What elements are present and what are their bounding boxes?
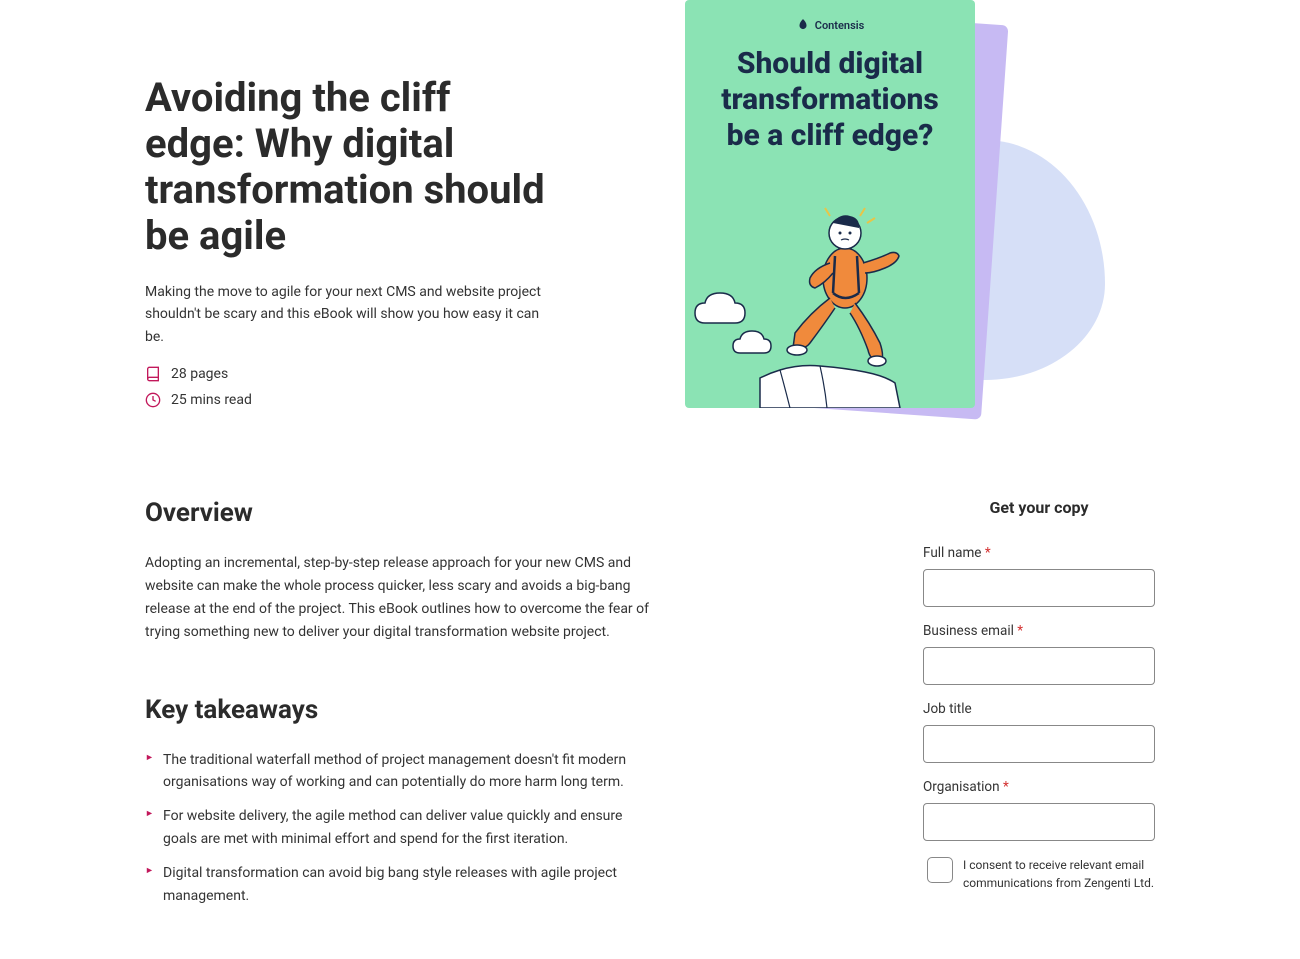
list-item: Digital transformation can avoid big ban… [145,862,655,907]
clock-icon [145,392,161,408]
form-title: Get your copy [923,498,1155,517]
jobtitle-input[interactable] [923,725,1155,763]
cover-brand: Contensis [705,18,955,32]
overview-heading: Overview [145,498,655,528]
page-title: Avoiding the cliff edge: Why digital tra… [145,75,545,259]
cover-title: Should digital transformations be a clif… [705,46,955,154]
readtime-text: 25 mins read [171,392,252,408]
takeaways-list: The traditional waterfall method of proj… [145,749,655,907]
pages-text: 28 pages [171,366,228,382]
fullname-input[interactable] [923,569,1155,607]
consent-text: I consent to receive relevant email comm… [963,857,1155,892]
brand-icon [796,18,810,32]
overview-text: Adopting an incremental, step-by-step re… [145,552,655,644]
organisation-label: Organisation * [923,779,1155,795]
email-input[interactable] [923,647,1155,685]
takeaways-heading: Key takeaways [145,695,655,725]
cover-illustration [685,178,975,408]
jobtitle-label: Job title [923,701,1155,717]
page-subtitle: Making the move to agile for your next C… [145,281,545,348]
organisation-input[interactable] [923,803,1155,841]
pages-meta: 28 pages [145,366,545,382]
consent-checkbox[interactable] [927,857,953,883]
list-item: The traditional waterfall method of proj… [145,749,655,794]
readtime-meta: 25 mins read [145,392,545,408]
email-label: Business email * [923,623,1155,639]
ebook-cover: Contensis Should digital transformations… [685,0,1055,410]
book-icon [145,366,161,382]
list-item: For website delivery, the agile method c… [145,805,655,850]
fullname-label: Full name * [923,545,1155,561]
